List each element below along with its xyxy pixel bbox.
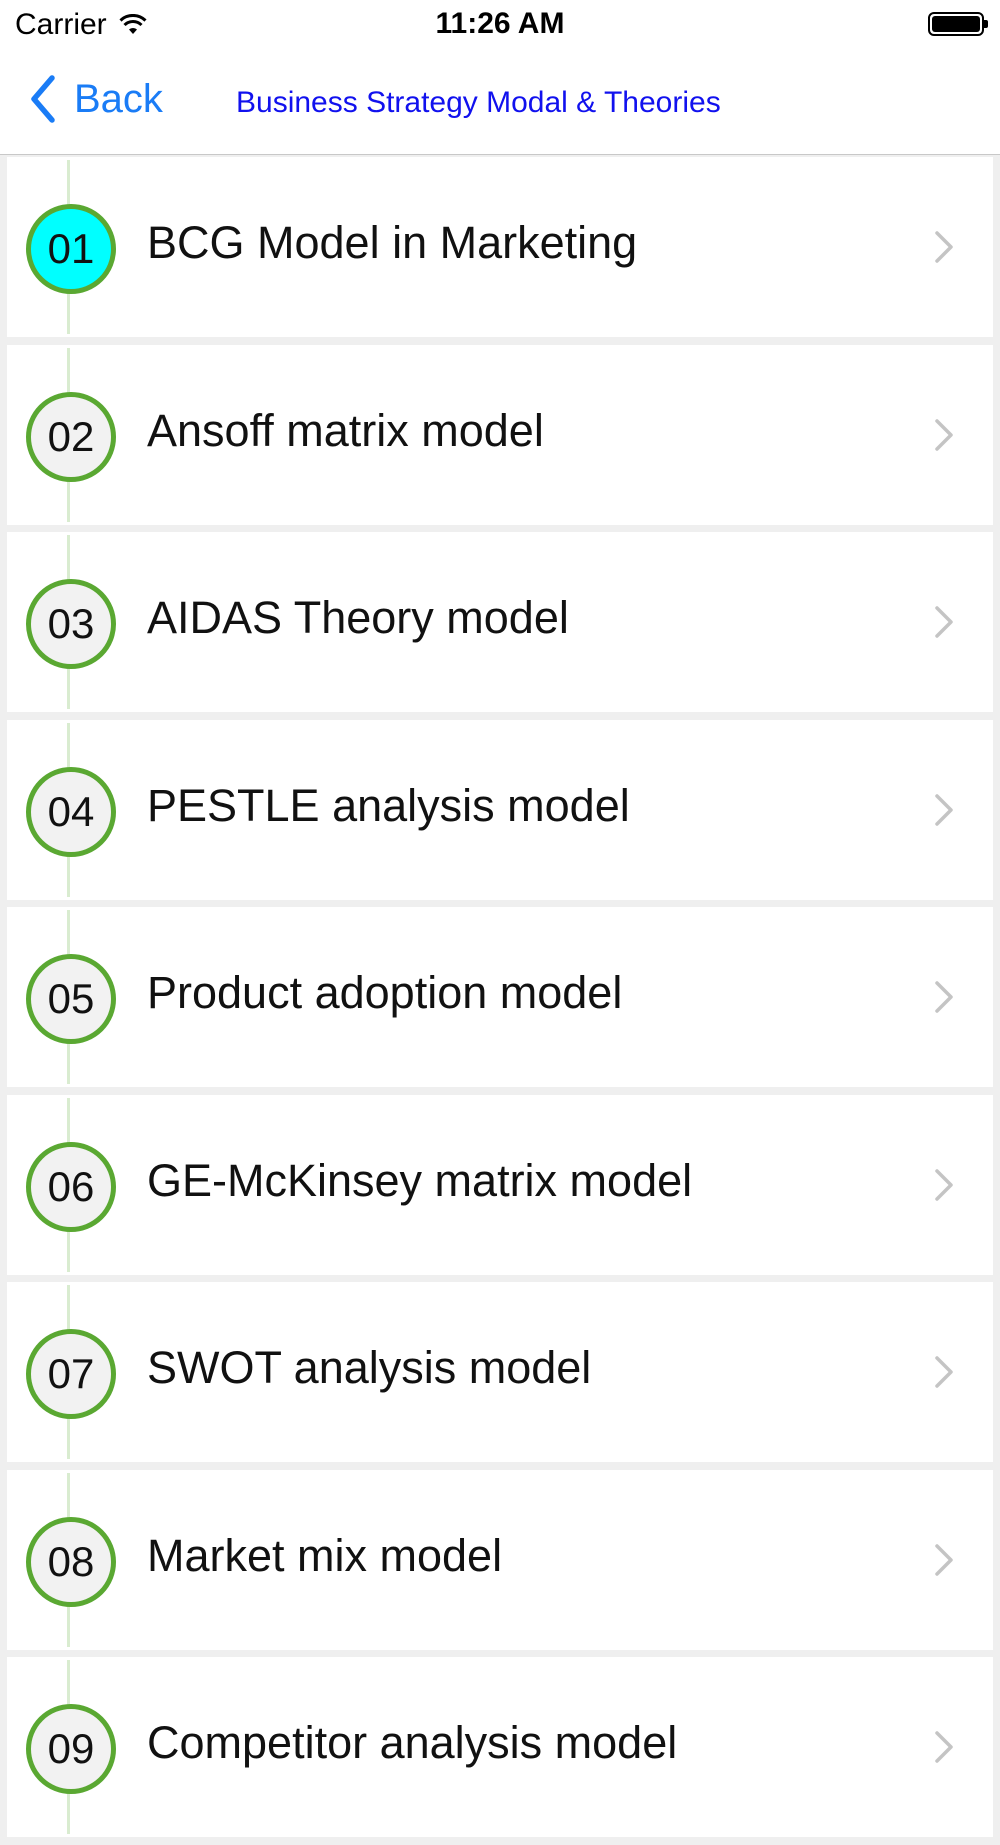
list-item[interactable]: 01 BCG Model in Marketing bbox=[7, 157, 993, 337]
navigation-bar: Back Business Strategy Modal & Theories bbox=[0, 50, 1000, 155]
item-number-badge: 04 bbox=[26, 766, 116, 857]
chevron-right-icon bbox=[935, 1731, 953, 1763]
item-number-badge: 03 bbox=[26, 579, 116, 669]
status-time: 11:26 AM bbox=[435, 7, 565, 40]
item-label: Competitor analysis model bbox=[147, 1717, 678, 1768]
list-item[interactable]: 07 SWOT analysis model bbox=[7, 1282, 993, 1462]
status-bar: Carrier 11:26 AM bbox=[0, 0, 1000, 50]
chevron-right-icon bbox=[935, 1356, 953, 1388]
back-label: Back bbox=[74, 76, 163, 121]
chevron-right-icon bbox=[935, 1168, 953, 1201]
back-button[interactable]: Back bbox=[28, 74, 163, 124]
item-label: AIDAS Theory model bbox=[147, 592, 569, 643]
page-title: Business Strategy Modal & Theories bbox=[236, 86, 721, 119]
item-label: GE-McKinsey matrix model bbox=[147, 1154, 693, 1206]
chevron-left-icon bbox=[31, 75, 55, 123]
item-number-badge: 02 bbox=[26, 391, 116, 482]
item-number-badge: 01 bbox=[26, 204, 116, 294]
list-item[interactable]: 04 PESTLE analysis model bbox=[7, 719, 993, 900]
chevron-right-icon bbox=[935, 606, 953, 638]
chevron-right-icon bbox=[935, 1543, 953, 1576]
item-number-badge: 07 bbox=[26, 1329, 116, 1419]
item-number-badge: 08 bbox=[26, 1516, 116, 1607]
item-label: PESTLE analysis model bbox=[147, 779, 630, 831]
chevron-right-icon bbox=[935, 981, 953, 1013]
item-label: Market mix model bbox=[147, 1529, 503, 1581]
list-item[interactable]: 02 Ansoff matrix model bbox=[7, 344, 993, 525]
item-label: BCG Model in Marketing bbox=[147, 217, 638, 268]
battery-icon bbox=[928, 12, 988, 36]
item-label: Ansoff matrix model bbox=[147, 404, 544, 456]
list-item[interactable]: 06 GE-McKinsey matrix model bbox=[7, 1094, 993, 1275]
list-item[interactable]: 05 Product adoption model bbox=[7, 907, 993, 1087]
item-number-badge: 09 bbox=[26, 1704, 116, 1794]
item-number-badge: 05 bbox=[26, 954, 116, 1044]
chevron-right-icon bbox=[935, 418, 953, 451]
list-item[interactable]: 03 AIDAS Theory model bbox=[7, 532, 993, 712]
model-list: 01 BCG Model in Marketing 02 Ansoff matrix … bbox=[7, 157, 993, 1845]
chevron-right-icon bbox=[935, 793, 953, 826]
list-item[interactable]: 09 Competitor analysis model bbox=[7, 1657, 993, 1837]
item-label: Product adoption model bbox=[147, 967, 623, 1018]
item-label: SWOT analysis model bbox=[147, 1342, 592, 1393]
chevron-right-icon bbox=[935, 231, 953, 263]
item-number-badge: 06 bbox=[26, 1141, 116, 1232]
list-item[interactable]: 08 Market mix model bbox=[7, 1469, 993, 1650]
